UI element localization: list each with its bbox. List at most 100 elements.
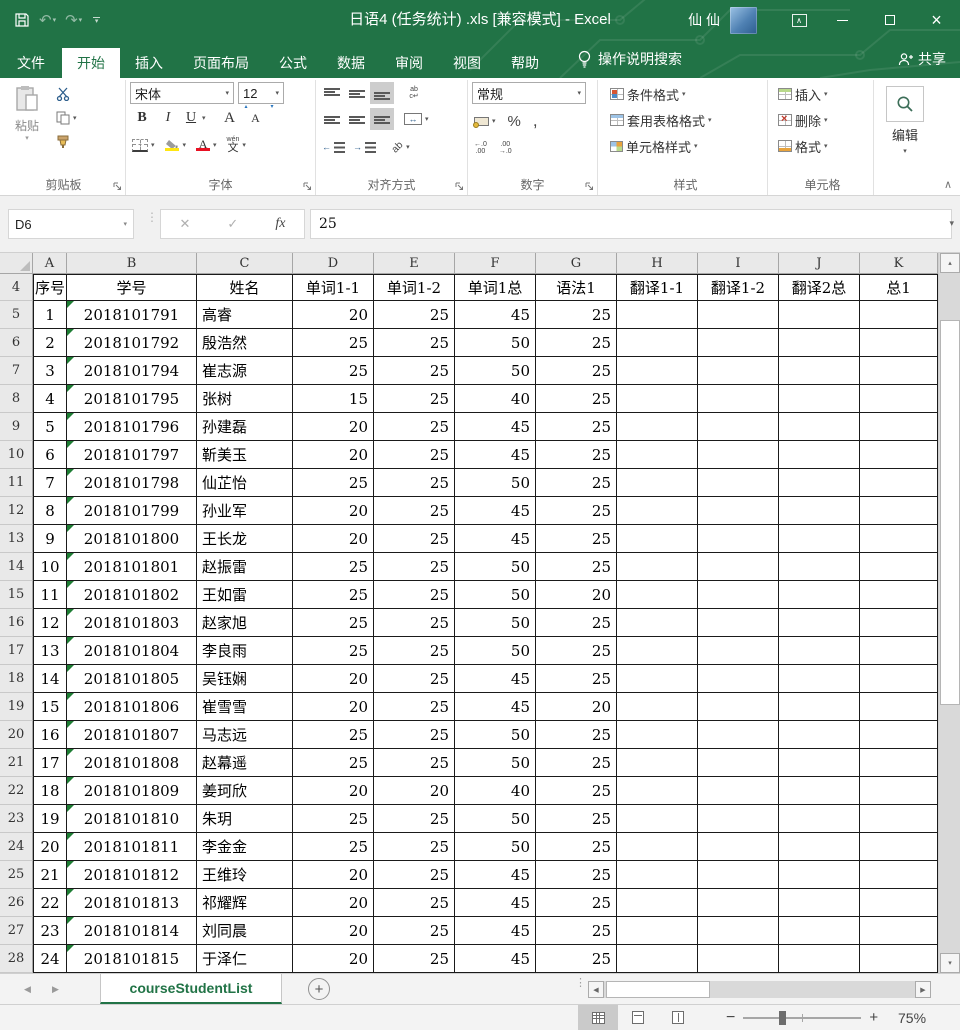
ribbon-tab-页面布局[interactable]: 页面布局 <box>178 48 264 78</box>
sheet-tab-courseStudentList[interactable]: courseStudentList <box>100 974 282 1004</box>
underline-button[interactable]: U <box>182 107 200 129</box>
grid-cell[interactable]: 殷浩然 <box>197 329 293 357</box>
column-header-G[interactable]: G <box>536 253 617 274</box>
font-name-combo[interactable]: 宋体▾ <box>130 82 234 104</box>
column-header-D[interactable]: D <box>293 253 374 274</box>
row-header-22[interactable]: 22 <box>0 777 33 805</box>
grid-cell[interactable] <box>698 637 779 665</box>
column-header-K[interactable]: K <box>860 253 938 274</box>
normal-view-button[interactable] <box>578 1005 618 1030</box>
grid-cell[interactable] <box>617 301 698 329</box>
grid-cell[interactable]: 2018101801 <box>67 553 197 581</box>
grid-cell[interactable] <box>698 749 779 777</box>
grid-cell[interactable]: 25 <box>536 329 617 357</box>
grid-cell[interactable]: 20 <box>293 413 374 441</box>
grid-cell[interactable]: 2 <box>33 329 67 357</box>
tab-scrollbar-splitter[interactable]: ⋮ <box>575 980 586 986</box>
grid-cell[interactable]: 17 <box>33 749 67 777</box>
vertical-scrollbar[interactable]: ▴ ▾ <box>938 253 960 973</box>
grid-cell[interactable] <box>779 889 860 917</box>
merge-center-button[interactable]: ↔▾ <box>402 107 431 131</box>
grid-cell[interactable]: 2018101811 <box>67 833 197 861</box>
grid-cell[interactable]: 50 <box>455 609 536 637</box>
grid-cell[interactable] <box>860 861 938 889</box>
row-header-24[interactable]: 24 <box>0 833 33 861</box>
grid-cell[interactable]: 赵家旭 <box>197 609 293 637</box>
ribbon-tab-视图[interactable]: 视图 <box>438 48 496 78</box>
enter-button[interactable]: ✓ <box>227 216 238 232</box>
grid-cell[interactable]: 翻译2总 <box>779 274 860 301</box>
redo-button[interactable]: ↷▾ <box>65 11 82 29</box>
grid-cell[interactable]: 2018101804 <box>67 637 197 665</box>
grid-cell[interactable]: 2018101803 <box>67 609 197 637</box>
column-header-H[interactable]: H <box>617 253 698 274</box>
grid-cell[interactable]: 序号 <box>33 274 67 301</box>
grid-cell[interactable]: 25 <box>374 469 455 497</box>
grid-cell[interactable]: 23 <box>33 917 67 945</box>
grid-cell[interactable]: 25 <box>374 637 455 665</box>
page-break-view-button[interactable] <box>658 1005 698 1030</box>
conditional-formatting-button[interactable]: 条件格式▾ <box>608 82 763 106</box>
grid-cell[interactable]: 20 <box>293 917 374 945</box>
row-header-28[interactable]: 28 <box>0 945 33 973</box>
grid-cell[interactable] <box>860 721 938 749</box>
grid-cell[interactable]: 15 <box>33 693 67 721</box>
grid-cell[interactable] <box>698 441 779 469</box>
number-format-combo[interactable]: 常规▾ <box>472 82 586 104</box>
grid-cell[interactable]: 崔志源 <box>197 357 293 385</box>
user-avatar[interactable] <box>730 7 757 34</box>
grid-cell[interactable]: 25 <box>374 609 455 637</box>
expand-formula-bar-button[interactable]: ▾ <box>949 218 954 229</box>
vertical-scrollbar-thumb[interactable] <box>940 320 960 705</box>
grid-cell[interactable]: 45 <box>455 917 536 945</box>
grid-cell[interactable]: 50 <box>455 637 536 665</box>
grid-cell[interactable] <box>617 357 698 385</box>
grid-cell[interactable]: 25 <box>293 721 374 749</box>
horizontal-scrollbar-thumb[interactable] <box>606 981 710 998</box>
save-button[interactable] <box>14 12 30 28</box>
grid-cell[interactable]: 25 <box>293 553 374 581</box>
grid-cell[interactable]: 姜珂欣 <box>197 777 293 805</box>
grid-cell[interactable]: 11 <box>33 581 67 609</box>
grid-cell[interactable]: 45 <box>455 525 536 553</box>
zoom-out-button[interactable]: − <box>726 1009 735 1027</box>
grid-cell[interactable]: 6 <box>33 441 67 469</box>
grid-cell[interactable] <box>779 805 860 833</box>
grid-cell[interactable]: 4 <box>33 385 67 413</box>
grid-cell[interactable] <box>860 749 938 777</box>
grid-cell[interactable]: 25 <box>374 693 455 721</box>
grid-cell[interactable] <box>617 693 698 721</box>
grid-cell[interactable]: 20 <box>293 665 374 693</box>
grid-cell[interactable]: 20 <box>293 889 374 917</box>
grid-cell[interactable] <box>779 917 860 945</box>
grid-cell[interactable] <box>698 889 779 917</box>
grid-cell[interactable]: 25 <box>374 665 455 693</box>
grid-cell[interactable]: 25 <box>374 301 455 329</box>
grid-cell[interactable]: 25 <box>536 609 617 637</box>
grid-cell[interactable]: 姓名 <box>197 274 293 301</box>
cut-button[interactable] <box>54 82 79 106</box>
grid-cell[interactable]: 25 <box>536 917 617 945</box>
zoom-in-button[interactable]: + <box>869 1009 878 1026</box>
grid-cell[interactable] <box>617 469 698 497</box>
grid-cell[interactable] <box>860 441 938 469</box>
grid-cell[interactable]: 25 <box>536 777 617 805</box>
grid-cell[interactable]: 单词1-2 <box>374 274 455 301</box>
grid-cell[interactable]: 25 <box>374 497 455 525</box>
grid-cell[interactable]: 22 <box>33 889 67 917</box>
align-left-button[interactable] <box>320 108 344 130</box>
increase-decimal-button[interactable]: ←.0.00 <box>472 136 489 160</box>
new-sheet-button[interactable]: + <box>308 978 330 1000</box>
grid-cell[interactable]: 50 <box>455 469 536 497</box>
grid-cell[interactable]: 25 <box>374 441 455 469</box>
increase-indent-button[interactable]: → <box>351 135 378 159</box>
grid-cell[interactable] <box>779 693 860 721</box>
share-button[interactable]: 共享 <box>898 40 946 78</box>
grid-cell[interactable]: 10 <box>33 553 67 581</box>
column-header-E[interactable]: E <box>374 253 455 274</box>
row-header-12[interactable]: 12 <box>0 497 33 525</box>
grid-cell[interactable] <box>617 777 698 805</box>
row-header-13[interactable]: 13 <box>0 525 33 553</box>
grid-cell[interactable]: 25 <box>293 833 374 861</box>
grid-cell[interactable]: 25 <box>536 749 617 777</box>
